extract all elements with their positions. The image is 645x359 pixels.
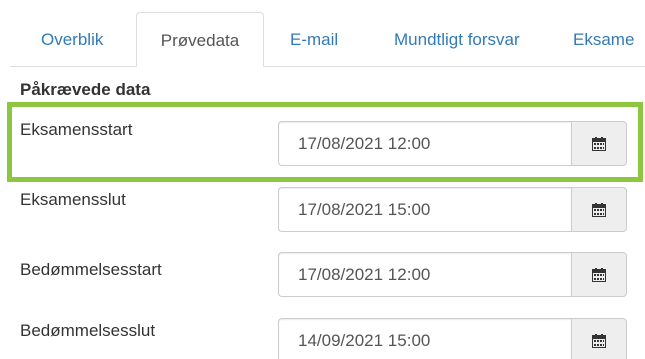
tab-bar: Overblik Prøvedata E-mail Mundtligt fors… xyxy=(0,0,645,67)
exam-end-input[interactable] xyxy=(278,187,571,232)
exam-end-calendar-button[interactable] xyxy=(571,187,627,232)
grading-end-label: Bedømmelsesslut xyxy=(20,321,156,340)
calendar-icon xyxy=(592,202,606,217)
grading-end-group xyxy=(278,318,627,359)
exam-start-calendar-button[interactable] xyxy=(571,121,627,166)
tab-bar-divider xyxy=(10,66,645,67)
tab-mundtligt-forsvar[interactable]: Mundtligt forsvar xyxy=(394,14,520,66)
section-title: Påkrævede data xyxy=(20,80,151,99)
grading-start-label: Bedømmelsesstart xyxy=(20,260,162,279)
grading-start-input[interactable] xyxy=(278,252,571,297)
calendar-icon xyxy=(592,267,606,282)
grading-end-input[interactable] xyxy=(278,318,571,359)
exam-start-label: Eksamensstart xyxy=(20,120,133,139)
tab-overblik[interactable]: Overblik xyxy=(41,14,103,66)
exam-end-group xyxy=(278,187,627,232)
grading-start-calendar-button[interactable] xyxy=(571,252,627,297)
grading-end-calendar-button[interactable] xyxy=(571,318,627,359)
exam-settings-page: Overblik Prøvedata E-mail Mundtligt fors… xyxy=(0,0,645,359)
tab-eksamen[interactable]: Eksame xyxy=(573,14,634,66)
tab-email[interactable]: E-mail xyxy=(290,14,338,66)
exam-end-label: Eksamensslut xyxy=(20,190,126,209)
calendar-icon xyxy=(592,333,606,348)
grading-start-group xyxy=(278,252,627,297)
exam-start-input[interactable] xyxy=(278,121,571,166)
calendar-icon xyxy=(592,136,606,151)
exam-start-group xyxy=(278,121,627,166)
tab-provedata[interactable]: Prøvedata xyxy=(136,12,264,67)
